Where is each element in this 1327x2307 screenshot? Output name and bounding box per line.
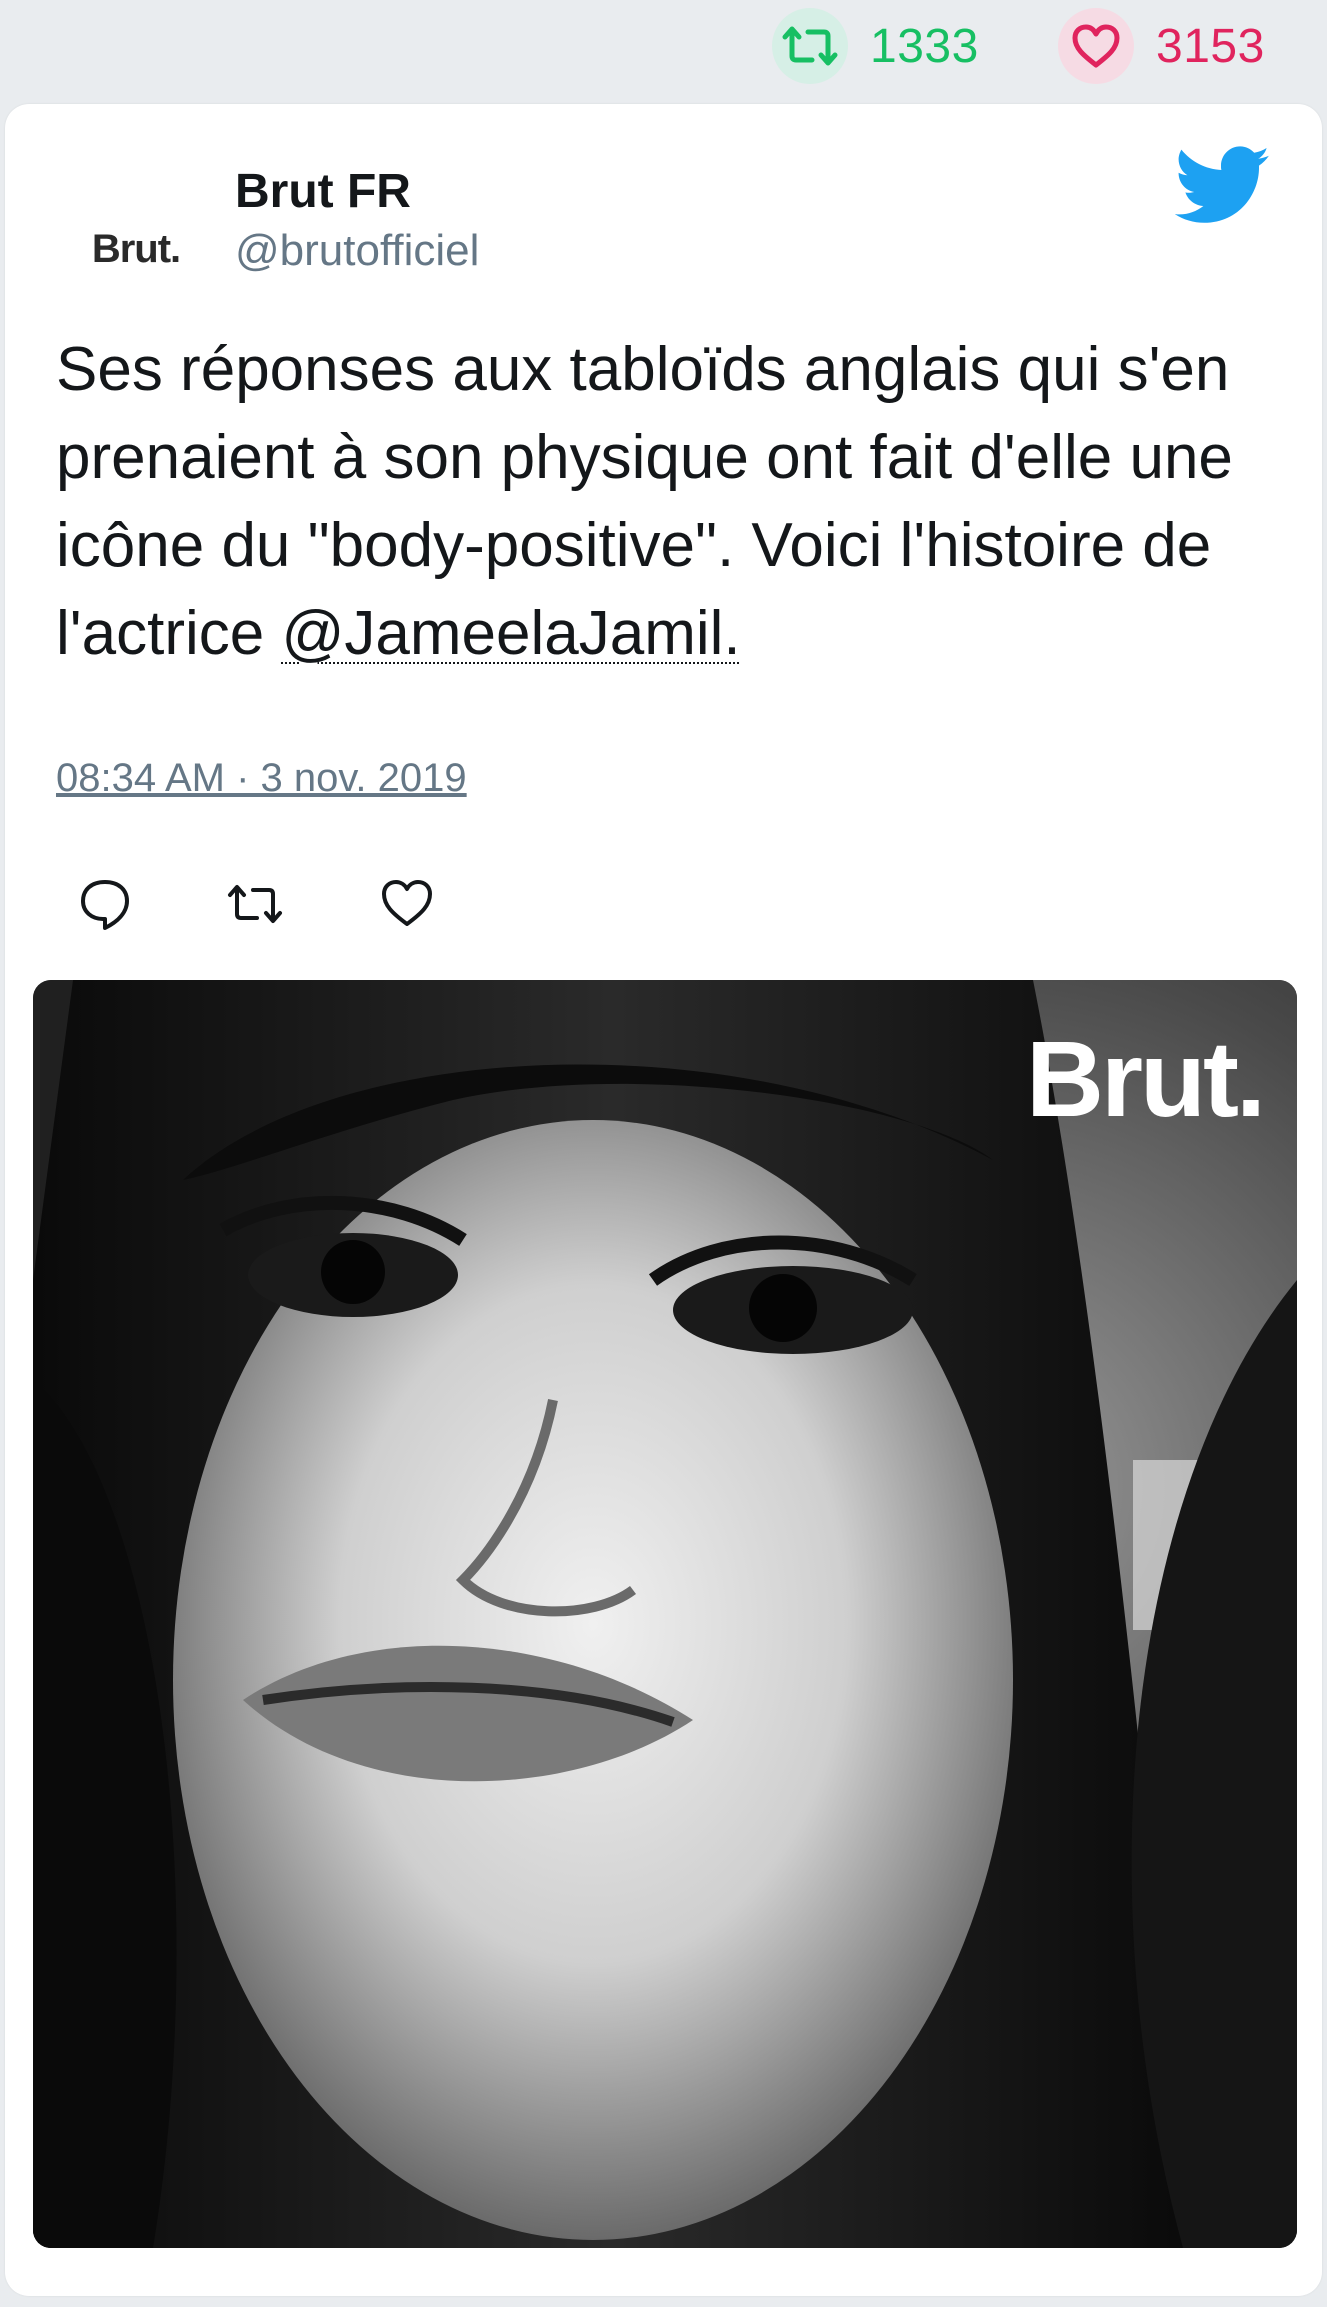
- reply-icon[interactable]: [75, 874, 135, 934]
- author-name[interactable]: Brut FR: [235, 164, 411, 219]
- retweet-icon[interactable]: [772, 8, 848, 84]
- twitter-bird-icon[interactable]: [1174, 146, 1271, 226]
- heart-icon[interactable]: [1058, 8, 1134, 84]
- tweet-card: Brut. Brut FR @brutofficiel Ses réponses…: [5, 104, 1322, 2296]
- engagement-stats: 1333 3153: [0, 0, 1327, 100]
- avatar[interactable]: Brut.: [73, 186, 199, 312]
- tweet-media-image[interactable]: Brut.: [33, 980, 1297, 2248]
- heart-icon[interactable]: [377, 874, 437, 934]
- portrait-photo: [33, 980, 1297, 2248]
- author-handle[interactable]: @brutofficiel: [235, 226, 479, 276]
- retweet-count: 1333: [870, 19, 979, 73]
- like-stat[interactable]: 3153: [1058, 8, 1265, 84]
- retweet-icon[interactable]: [223, 874, 283, 934]
- media-watermark: Brut.: [1026, 1018, 1266, 1139]
- tweet-text: Ses réponses aux tabloïds anglais qui s'…: [56, 326, 1276, 678]
- tweet-timestamp[interactable]: 08:34 AM · 3 nov. 2019: [56, 756, 467, 801]
- avatar-logo-text: Brut.: [91, 226, 181, 271]
- mention-link[interactable]: @JameelaJamil.: [281, 599, 740, 668]
- like-count: 3153: [1156, 19, 1265, 73]
- retweet-stat[interactable]: 1333: [772, 8, 979, 84]
